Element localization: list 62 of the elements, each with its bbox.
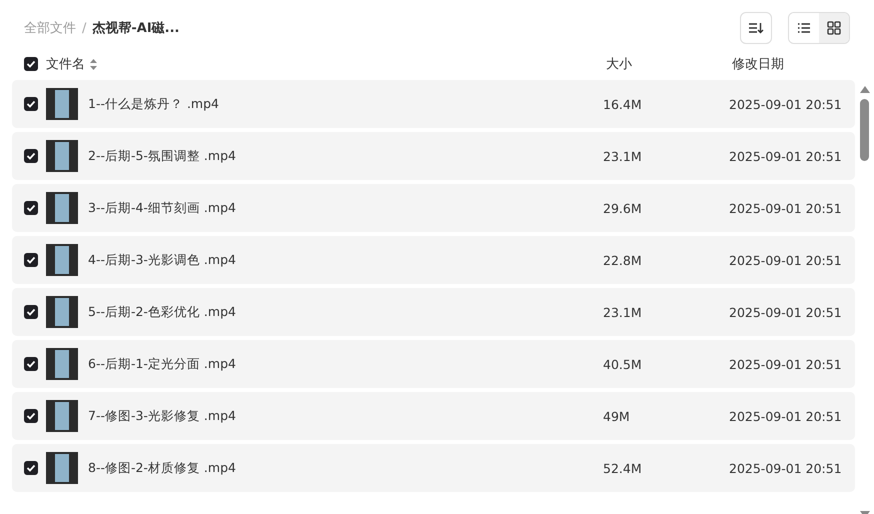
video-thumbnail [46,140,78,172]
file-size: 49M [603,408,631,424]
file-size: 22.8M [603,252,643,268]
sort-icon [748,21,764,35]
video-thumbnail [46,192,78,224]
list-icon [797,22,811,34]
file-row[interactable]: 3--后期-4-细节刻画 .mp4 29.6M 2025-09-01 20:51 [12,184,855,232]
row-checkbox[interactable] [24,461,38,475]
select-all-checkbox[interactable] [24,57,38,71]
breadcrumb-item: 杰视帮-AI磁... [92,20,180,37]
grid-view-button[interactable] [819,13,849,43]
sort-icon[interactable] [90,58,97,70]
row-checkbox[interactable] [24,201,38,215]
file-name: 3--后期-4-细节刻画 .mp4 [88,200,237,216]
modified-date: 2025-09-01 20:51 [729,252,843,268]
column-header[interactable]: 文件名 [46,55,85,73]
file-size: 23.1M [603,304,643,320]
modified-date: 2025-09-01 20:51 [729,408,843,424]
row-checkbox[interactable] [24,305,38,319]
row-checkbox[interactable] [24,149,38,163]
scrollbar-thumb[interactable] [860,99,869,161]
modified-date: 2025-09-01 20:51 [729,460,843,476]
file-name: 5--后期-2-色彩优化 .mp4 [88,304,237,320]
file-name: 8--修图-2-材质修复 .mp4 [88,460,237,476]
file-size: 40.5M [603,356,643,372]
file-name: 6--后期-1-定光分面 .mp4 [88,356,237,372]
scroll-up-icon[interactable] [860,86,870,93]
grid-icon [827,21,841,35]
file-row[interactable]: 5--后期-2-色彩优化 .mp4 23.1M 2025-09-01 20:51 [12,288,855,336]
video-thumbnail [46,296,78,328]
sort-button[interactable] [740,12,772,44]
row-checkbox[interactable] [24,97,38,111]
file-size: 23.1M [603,148,643,164]
file-row[interactable]: 7--修图-3-光影修复 .mp4 49M 2025-09-01 20:51 [12,392,855,440]
row-checkbox[interactable] [24,253,38,267]
modified-date: 2025-09-01 20:51 [729,96,843,112]
modified-date: 2025-09-01 20:51 [729,148,843,164]
column-header[interactable]: 大小 [606,55,732,73]
video-thumbnail [46,244,78,276]
file-row[interactable]: 8--修图-2-材质修复 .mp4 52.4M 2025-09-01 20:51 [12,444,855,492]
video-thumbnail [46,452,78,484]
file-row[interactable]: 2--后期-5-氛围调整 .mp4 23.1M 2025-09-01 20:51 [12,132,855,180]
file-row[interactable]: 4--后期-3-光影调色 .mp4 22.8M 2025-09-01 20:51 [12,236,855,284]
file-size: 29.6M [603,200,643,216]
video-thumbnail [46,348,78,380]
row-checkbox[interactable] [24,409,38,423]
file-row[interactable]: 6--后期-1-定光分面 .mp4 40.5M 2025-09-01 20:51 [12,340,855,388]
column-header[interactable]: 修改日期 [732,55,858,73]
file-row[interactable]: 1--什么是炼丹？ .mp4 16.4M 2025-09-01 20:51 [12,80,855,128]
row-checkbox[interactable] [24,357,38,371]
modified-date: 2025-09-01 20:51 [729,356,843,372]
file-name: 1--什么是炼丹？ .mp4 [88,96,220,112]
file-name: 7--修图-3-光影修复 .mp4 [88,408,237,424]
video-thumbnail [46,88,78,120]
breadcrumb-separator: / [82,20,86,36]
file-name: 4--后期-3-光影调色 .mp4 [88,252,237,268]
file-name: 2--后期-5-氛围调整 .mp4 [88,148,237,164]
modified-date: 2025-09-01 20:51 [729,304,843,320]
modified-date: 2025-09-01 20:51 [729,200,843,216]
file-size: 52.4M [603,460,643,476]
video-thumbnail [46,400,78,432]
file-size: 16.4M [603,96,643,112]
